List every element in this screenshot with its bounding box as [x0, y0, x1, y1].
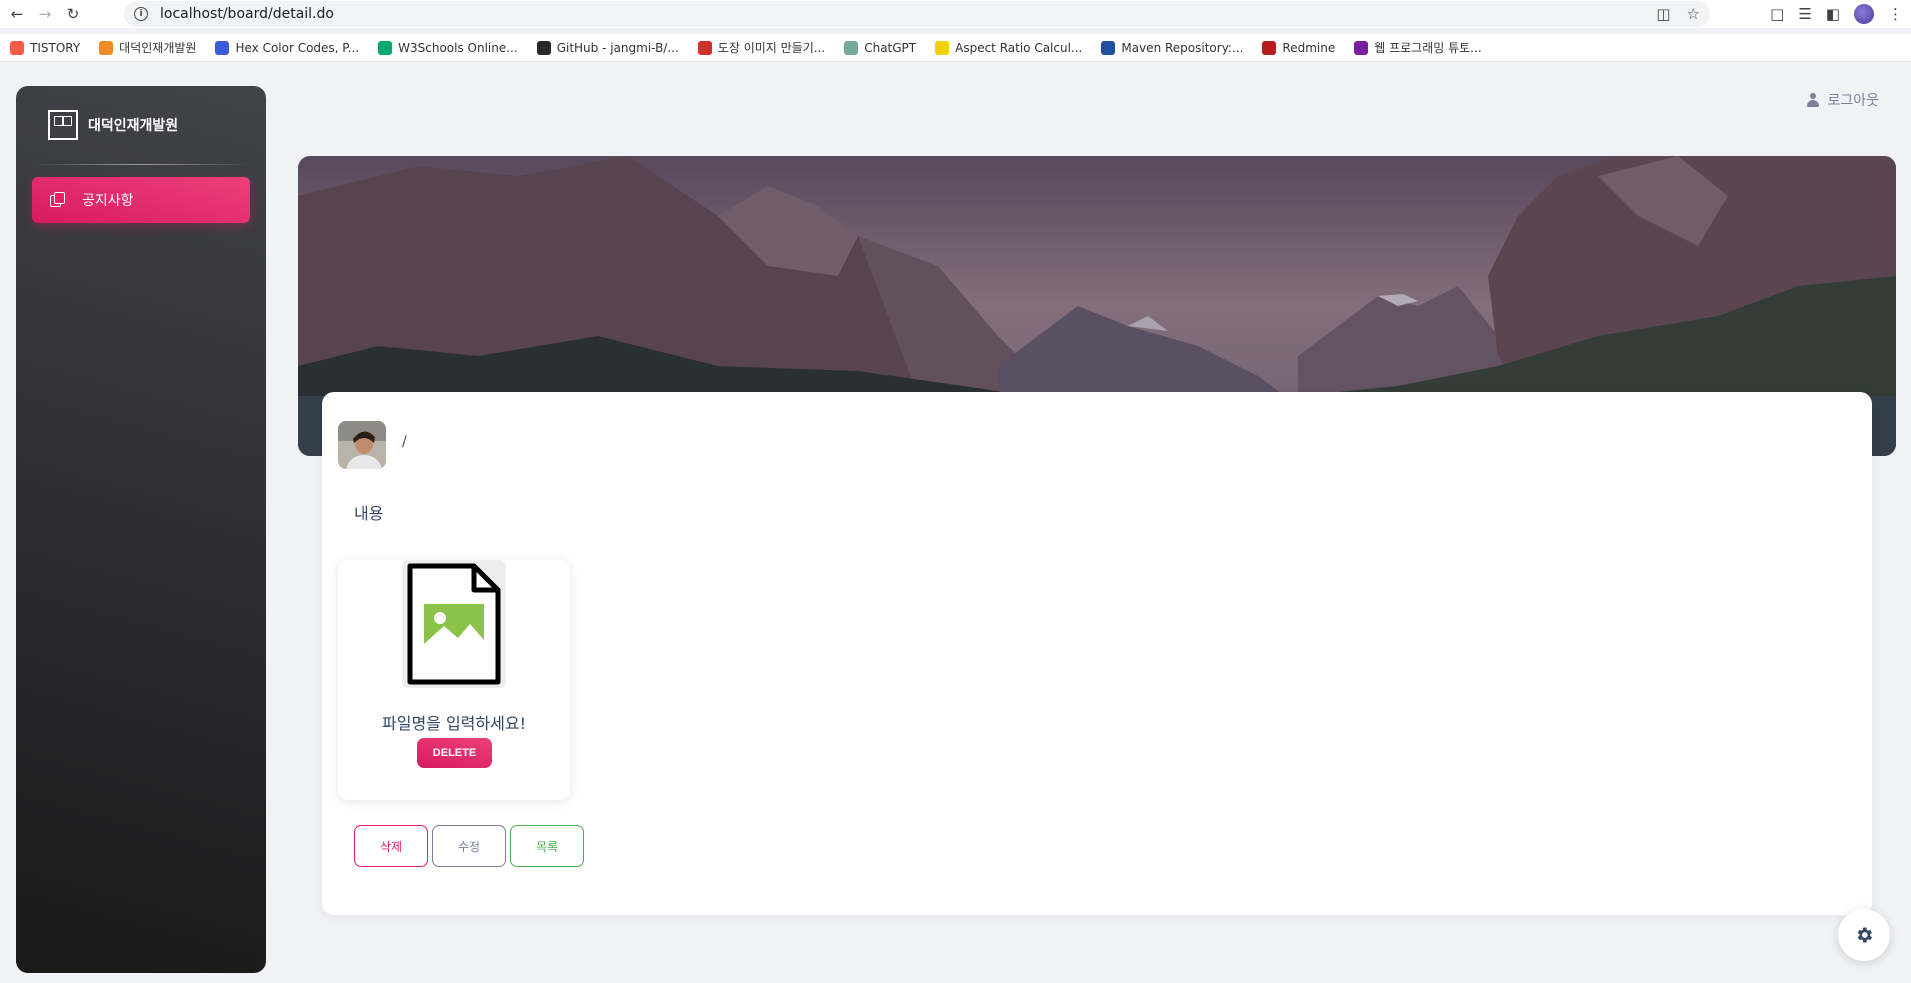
- bookmark-label: TISTORY: [30, 40, 81, 55]
- bookmark-item[interactable]: ChatGPT: [844, 40, 917, 55]
- sidebar: 대덕인재개발원 공지사항: [16, 86, 266, 973]
- logout-label: 로그아웃: [1827, 93, 1879, 109]
- bookmark-item[interactable]: 대덕인재개발원: [99, 39, 196, 56]
- copy-icon: [50, 192, 66, 208]
- bookmark-favicon-icon: [1354, 40, 1369, 55]
- brand[interactable]: 대덕인재개발원: [48, 110, 178, 140]
- bookmark-favicon-icon: [215, 40, 230, 55]
- sidebar-divider: [32, 164, 250, 165]
- url-text[interactable]: localhost/board/detail.do: [160, 6, 334, 22]
- bookmark-item[interactable]: Redmine: [1262, 40, 1336, 55]
- bookmark-label: Redmine: [1282, 40, 1336, 55]
- bookmark-favicon-icon: [536, 40, 551, 55]
- file-delete-button[interactable]: DELETE: [417, 738, 492, 768]
- extensions-icon[interactable]: □: [1770, 5, 1784, 23]
- avatar: [338, 421, 386, 469]
- bookmark-label: Aspect Ratio Calcul...: [955, 40, 1083, 55]
- bookmark-label: GitHub - jangmi-B/...: [556, 40, 679, 55]
- brand-logo-icon: [48, 110, 78, 140]
- bookmark-label: W3Schools Online...: [398, 40, 518, 55]
- post-content: 내용: [354, 504, 384, 523]
- bookmark-favicon-icon: [1101, 40, 1116, 55]
- bookmark-item[interactable]: Hex Color Codes, P...: [215, 40, 360, 55]
- bookmark-item[interactable]: GitHub - jangmi-B/...: [536, 40, 679, 55]
- file-name: 파일명을 입력하세요!: [382, 714, 526, 733]
- bookmark-favicon-icon: [844, 40, 859, 55]
- logout-link[interactable]: 로그아웃: [1807, 90, 1879, 110]
- author-photo-image: [338, 421, 386, 469]
- bookmark-item[interactable]: 도장 이미지 만들기...: [697, 39, 826, 56]
- bookmark-favicon-icon: [935, 40, 950, 55]
- bookmark-favicon-icon: [378, 40, 393, 55]
- bookmark-label: 대덕인재개발원: [119, 41, 197, 55]
- user-icon: [1807, 93, 1820, 107]
- brand-name: 대덕인재개발원: [88, 118, 179, 134]
- bookmark-favicon-icon: [10, 40, 24, 55]
- image-file-icon: [407, 563, 501, 685]
- profile-avatar[interactable]: [1854, 4, 1874, 24]
- bookmark-favicon-icon: [1262, 40, 1277, 55]
- bookmark-star-icon[interactable]: ☆: [1687, 5, 1700, 23]
- sidebar-item-notice[interactable]: 공지사항: [32, 177, 250, 223]
- bookmarks-bar: TISTORY 대덕인재개발원 Hex Color Codes, P... W3Sch…: [0, 34, 1911, 62]
- bookmark-label: 웹 프로그래밍 튜토...: [1374, 41, 1482, 55]
- gear-icon: [1857, 927, 1872, 943]
- reload-icon[interactable]: ↻: [62, 3, 84, 25]
- bookmark-label: ChatGPT: [864, 40, 917, 55]
- post-detail-card: / 내용 파일명을 입력하세요! DELETE 삭제 수정 목록: [322, 392, 1872, 915]
- bookmark-item[interactable]: W3Schools Online...: [378, 40, 518, 55]
- site-info-icon[interactable]: i: [134, 7, 148, 21]
- bookmark-label: Maven Repository:...: [1121, 40, 1244, 55]
- post-title: /: [402, 434, 407, 450]
- file-thumbnail: [402, 560, 506, 688]
- bookmark-favicon-icon: [697, 40, 712, 55]
- side-panel-icon[interactable]: ◧: [1826, 5, 1840, 23]
- bookmark-item[interactable]: Maven Repository:...: [1101, 40, 1244, 55]
- delete-button[interactable]: 삭제: [354, 825, 428, 867]
- address-bar[interactable]: i localhost/board/detail.do ◫ ☆: [124, 1, 1710, 27]
- menu-icon[interactable]: ⋮: [1888, 5, 1903, 23]
- settings-button[interactable]: [1838, 909, 1890, 961]
- bookmark-item[interactable]: TISTORY: [10, 40, 81, 55]
- sidebar-item-label: 공지사항: [82, 193, 134, 209]
- media-control-icon[interactable]: ☰: [1798, 5, 1811, 23]
- bookmark-item[interactable]: 웹 프로그래밍 튜토...: [1354, 39, 1482, 56]
- edit-button[interactable]: 수정: [432, 825, 506, 867]
- list-button[interactable]: 목록: [510, 825, 584, 867]
- bookmark-label: 도장 이미지 만들기...: [717, 41, 826, 55]
- browser-toolbar: ← → ↻ i localhost/board/detail.do ◫ ☆ □ …: [0, 0, 1911, 28]
- translate-icon[interactable]: ◫: [1656, 5, 1670, 23]
- bookmark-label: Hex Color Codes, P...: [235, 40, 360, 55]
- bookmark-favicon-icon: [99, 40, 114, 55]
- forward-icon[interactable]: →: [34, 3, 56, 25]
- bookmark-item[interactable]: Aspect Ratio Calcul...: [935, 40, 1083, 55]
- back-icon[interactable]: ←: [6, 3, 28, 25]
- attachment-card: 파일명을 입력하세요! DELETE: [338, 560, 570, 800]
